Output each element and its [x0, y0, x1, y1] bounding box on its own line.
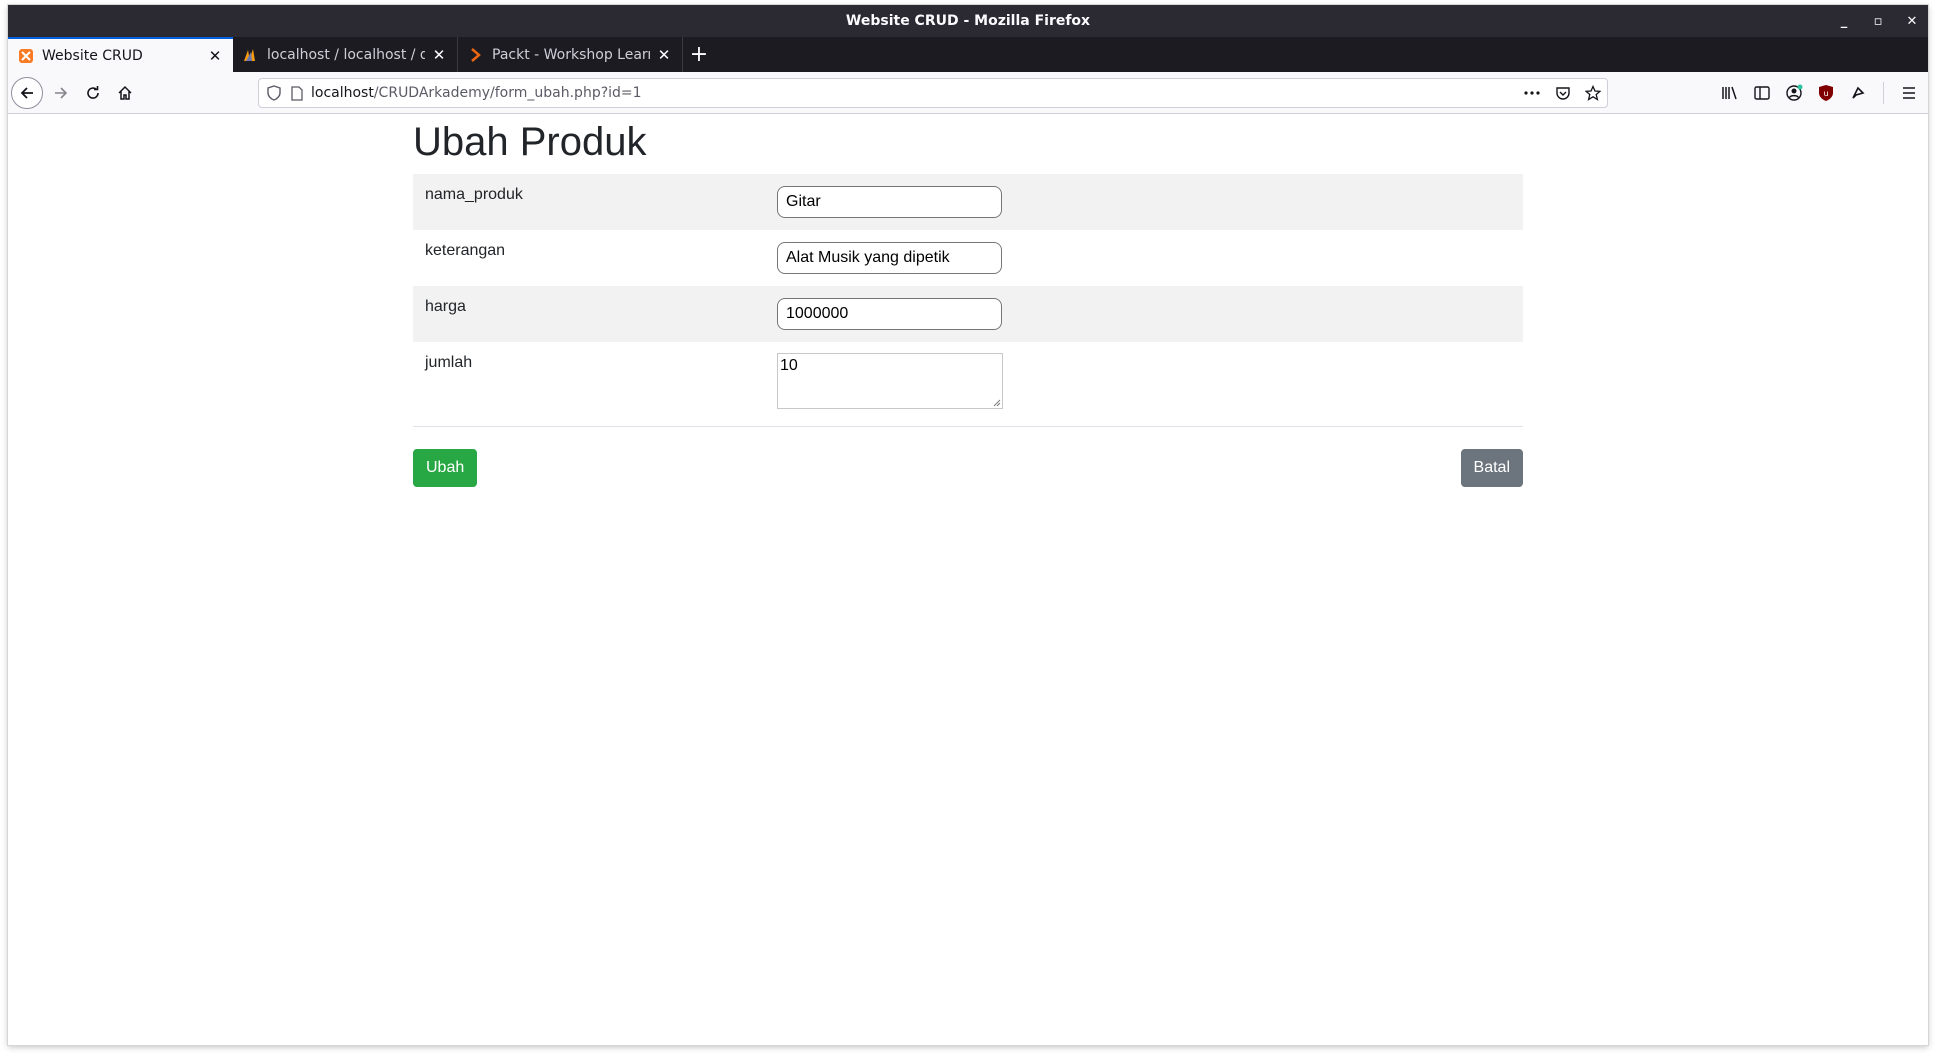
home-button[interactable] — [109, 77, 141, 109]
back-arrow-icon — [20, 87, 33, 99]
jumlah-textarea[interactable]: 10 — [777, 353, 1003, 409]
library-icon[interactable] — [1719, 82, 1741, 104]
edit-form: nama_produk Gitar keterangan Alat Musik … — [413, 174, 1523, 409]
field-cell: Gitar — [777, 174, 1523, 230]
form-row-nama-produk: nama_produk Gitar — [413, 174, 1523, 230]
field-cell: 10 — [777, 342, 1523, 409]
packt-icon — [468, 47, 484, 63]
bookmark-star-icon[interactable] — [1585, 85, 1601, 101]
navigation-bar: localhost/CRUDArkademy/form_ubah.php?id=… — [8, 72, 1928, 114]
form-row-jumlah: jumlah 10 — [413, 342, 1523, 409]
url-host: localhost — [311, 85, 374, 101]
xampp-icon — [18, 48, 34, 64]
toolbar-right: u — [1719, 77, 1920, 109]
tab-label: Packt - Workshop Learnin — [492, 46, 650, 63]
field-cell: 1000000 — [777, 286, 1523, 342]
url-path: /CRUDArkademy/form_ubah.php?id=1 — [373, 85, 642, 101]
page-info-icon[interactable] — [291, 85, 303, 101]
field-cell: Alat Musik yang dipetik — [777, 230, 1523, 286]
tab-label: Website CRUD — [42, 47, 143, 64]
tab-packt[interactable]: Packt - Workshop Learnin ✕ — [458, 37, 683, 72]
resize-grip-icon[interactable] — [991, 397, 1001, 407]
batal-button[interactable]: Batal — [1460, 449, 1523, 487]
window-controls: _ ▫ ✕ — [1836, 5, 1920, 37]
close-window-button[interactable]: ✕ — [1904, 14, 1920, 29]
pocket-icon[interactable] — [1555, 85, 1571, 101]
url-bar[interactable]: localhost/CRUDArkademy/form_ubah.php?id=… — [258, 78, 1608, 108]
form-row-keterangan: keterangan Alat Musik yang dipetik — [413, 230, 1523, 286]
ublock-icon[interactable]: u — [1815, 82, 1837, 104]
page-title: Ubah Produk — [413, 120, 647, 164]
nama-produk-input[interactable]: Gitar — [777, 186, 1002, 218]
browser-window: Website CRUD - Mozilla Firefox _ ▫ ✕ Web… — [8, 5, 1928, 1045]
form-divider — [413, 426, 1523, 427]
sidebar-icon[interactable] — [1751, 82, 1773, 104]
svg-text:u: u — [1823, 89, 1828, 98]
forward-arrow-icon — [55, 87, 68, 99]
jumlah-value: 10 — [780, 357, 798, 374]
tab-website-crud[interactable]: Website CRUD ✕ — [8, 37, 233, 72]
harga-input[interactable]: 1000000 — [777, 298, 1002, 330]
field-label: keterangan — [425, 242, 506, 259]
extension-icon[interactable] — [1847, 82, 1869, 104]
form-row-harga: harga 1000000 — [413, 286, 1523, 342]
tab-phpmyadmin[interactable]: localhost / localhost / db ✕ — [233, 37, 458, 72]
url-bar-actions — [1523, 79, 1601, 107]
back-button[interactable] — [11, 77, 43, 109]
account-icon[interactable] — [1783, 82, 1805, 104]
tab-strip: Website CRUD ✕ localhost / localhost / d… — [8, 37, 1928, 72]
page-actions-icon[interactable] — [1523, 90, 1541, 96]
form-container: Ubah Produk nama_produk Gitar keterangan… — [413, 114, 1523, 487]
forward-button[interactable] — [45, 77, 77, 109]
home-icon — [118, 85, 132, 100]
close-tab-icon[interactable]: ✕ — [656, 46, 672, 64]
tracking-shield-icon[interactable] — [267, 85, 281, 101]
field-label: jumlah — [425, 354, 473, 371]
maximize-button[interactable]: ▫ — [1870, 14, 1886, 29]
reload-icon — [87, 86, 99, 99]
page-content: Ubah Produk nama_produk Gitar keterangan… — [8, 114, 1928, 1045]
hamburger-menu-icon[interactable] — [1898, 82, 1920, 104]
reload-button[interactable] — [77, 77, 109, 109]
field-label: harga — [425, 298, 466, 315]
title-bar: Website CRUD - Mozilla Firefox _ ▫ ✕ — [8, 5, 1928, 37]
close-tab-icon[interactable]: ✕ — [207, 47, 223, 65]
ubah-button[interactable]: Ubah — [413, 449, 478, 487]
new-tab-button[interactable]: + — [683, 37, 715, 72]
tab-label: localhost / localhost / db — [267, 46, 425, 63]
field-label: nama_produk — [425, 186, 523, 203]
keterangan-input[interactable]: Alat Musik yang dipetik — [777, 242, 1002, 274]
url-text[interactable]: localhost/CRUDArkademy/form_ubah.php?id=… — [311, 85, 642, 101]
minimize-button[interactable]: _ — [1836, 14, 1852, 29]
window-title: Website CRUD - Mozilla Firefox — [845, 13, 1091, 29]
toolbar-separator — [1883, 82, 1884, 104]
phpmyadmin-icon — [243, 47, 259, 63]
close-tab-icon[interactable]: ✕ — [431, 46, 447, 64]
